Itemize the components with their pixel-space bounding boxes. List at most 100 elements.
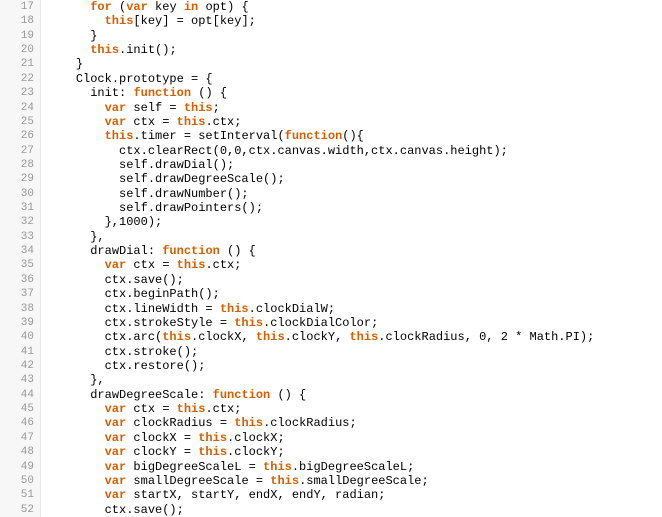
code-line[interactable]: self.drawDial(); — [47, 158, 662, 172]
line-number: 20 — [4, 43, 34, 57]
code-line[interactable]: var self = this; — [47, 101, 662, 115]
line-number: 46 — [4, 416, 34, 430]
keyword: this — [105, 129, 134, 143]
code-line[interactable]: var ctx = this.ctx; — [47, 402, 662, 416]
code-line[interactable]: var smallDegreeScale = this.smallDegreeS… — [47, 474, 662, 488]
line-number-gutter: 1718192021222324252627282930313233343536… — [0, 0, 41, 517]
keyword: this — [105, 14, 134, 28]
code-line[interactable]: ctx.restore(); — [47, 359, 662, 373]
line-number: 42 — [4, 359, 34, 373]
line-number: 28 — [4, 158, 34, 172]
line-number: 21 — [4, 57, 34, 71]
keyword: var — [105, 460, 127, 474]
keyword: this — [177, 402, 206, 416]
code-line[interactable]: var bigDegreeScaleL = this.bigDegreeScal… — [47, 460, 662, 474]
code-line[interactable]: var clockX = this.clockX; — [47, 431, 662, 445]
line-number: 25 — [4, 115, 34, 129]
line-number: 44 — [4, 388, 34, 402]
keyword: var — [105, 101, 127, 115]
line-number: 41 — [4, 345, 34, 359]
keyword: this — [162, 330, 191, 344]
line-number: 35 — [4, 258, 34, 272]
code-line[interactable]: this.timer = setInterval(function(){ — [47, 129, 662, 143]
code-line[interactable]: ctx.save(); — [47, 273, 662, 287]
code-line[interactable]: } — [47, 57, 662, 71]
keyword: this — [177, 258, 206, 272]
code-line[interactable]: self.drawNumber(); — [47, 187, 662, 201]
keyword: this — [263, 460, 292, 474]
code-line[interactable]: init: function () { — [47, 86, 662, 100]
code-line[interactable]: }, — [47, 373, 662, 387]
line-number: 19 — [4, 29, 34, 43]
line-number: 17 — [4, 0, 34, 14]
code-line[interactable]: ctx.lineWidth = this.clockDialW; — [47, 302, 662, 316]
line-number: 49 — [4, 460, 34, 474]
code-line[interactable]: drawDegreeScale: function () { — [47, 388, 662, 402]
keyword: var — [105, 115, 127, 129]
keyword: this — [90, 43, 119, 57]
keyword: var — [105, 431, 127, 445]
code-line[interactable]: ctx.beginPath(); — [47, 287, 662, 301]
line-number: 48 — [4, 445, 34, 459]
line-number: 34 — [4, 244, 34, 258]
code-area[interactable]: for (var key in opt) { this[key] = opt[k… — [41, 0, 662, 517]
keyword: this — [234, 316, 263, 330]
line-number: 50 — [4, 474, 34, 488]
code-line[interactable]: Clock.prototype = { — [47, 72, 662, 86]
code-line[interactable]: },1000); — [47, 215, 662, 229]
keyword: var — [126, 0, 148, 14]
keyword: this — [198, 431, 227, 445]
keyword: var — [105, 474, 127, 488]
code-line[interactable]: var clockY = this.clockY; — [47, 445, 662, 459]
keyword: function — [162, 244, 220, 258]
line-number: 24 — [4, 101, 34, 115]
keyword: this — [220, 302, 249, 316]
code-line[interactable]: ctx.arc(this.clockX, this.clockY, this.c… — [47, 330, 662, 344]
keyword: var — [105, 416, 127, 430]
code-editor[interactable]: 1718192021222324252627282930313233343536… — [0, 0, 662, 517]
keyword: this — [198, 445, 227, 459]
line-number: 23 — [4, 86, 34, 100]
code-line[interactable]: var clockRadius = this.clockRadius; — [47, 416, 662, 430]
line-number: 33 — [4, 230, 34, 244]
line-number: 31 — [4, 201, 34, 215]
line-number: 52 — [4, 503, 34, 517]
code-line[interactable]: ctx.clearRect(0,0,ctx.canvas.width,ctx.c… — [47, 144, 662, 158]
line-number: 47 — [4, 431, 34, 445]
line-number: 27 — [4, 144, 34, 158]
code-line[interactable]: ctx.save(); — [47, 503, 662, 517]
line-number: 43 — [4, 373, 34, 387]
code-line[interactable]: var startX, startY, endX, endY, radian; — [47, 488, 662, 502]
line-number: 51 — [4, 488, 34, 502]
keyword: this — [234, 416, 263, 430]
code-line[interactable]: this[key] = opt[key]; — [47, 14, 662, 28]
line-number: 26 — [4, 129, 34, 143]
keyword: this — [349, 330, 378, 344]
code-line[interactable]: } — [47, 29, 662, 43]
line-number: 30 — [4, 187, 34, 201]
code-line[interactable]: this.init(); — [47, 43, 662, 57]
code-line[interactable]: }, — [47, 230, 662, 244]
keyword: var — [105, 488, 127, 502]
keyword: var — [105, 402, 127, 416]
line-number: 45 — [4, 402, 34, 416]
keyword: in — [184, 0, 198, 14]
code-line[interactable]: drawDial: function () { — [47, 244, 662, 258]
keyword: var — [105, 445, 127, 459]
code-line[interactable]: var ctx = this.ctx; — [47, 258, 662, 272]
keyword: function — [133, 86, 191, 100]
keyword: function — [285, 129, 343, 143]
code-line[interactable]: ctx.stroke(); — [47, 345, 662, 359]
code-line[interactable]: ctx.strokeStyle = this.clockDialColor; — [47, 316, 662, 330]
code-line[interactable]: var ctx = this.ctx; — [47, 115, 662, 129]
keyword: this — [177, 115, 206, 129]
line-number: 39 — [4, 316, 34, 330]
keyword: function — [213, 388, 271, 402]
keyword: for — [90, 0, 112, 14]
line-number: 37 — [4, 287, 34, 301]
line-number: 32 — [4, 215, 34, 229]
code-line[interactable]: self.drawPointers(); — [47, 201, 662, 215]
code-line[interactable]: self.drawDegreeScale(); — [47, 172, 662, 186]
code-line[interactable]: for (var key in opt) { — [47, 0, 662, 14]
line-number: 22 — [4, 72, 34, 86]
